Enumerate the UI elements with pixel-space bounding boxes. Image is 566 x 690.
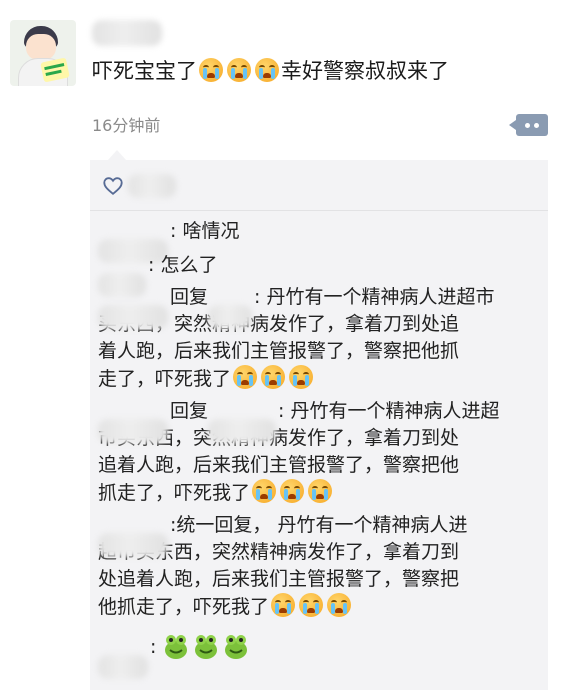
post-text-main: 吓死宝宝了 [92, 59, 197, 83]
crying-emoji-icon [308, 479, 333, 503]
crying-emoji-icon [199, 58, 223, 82]
comment-line-with-emoji: 走了，吓死我了 [98, 365, 544, 393]
comment-line: 着人跑，后来我们主管报警了，警察把他抓 [98, 340, 460, 362]
crying-emoji-icon [299, 593, 324, 617]
crying-emoji-icon [233, 365, 258, 389]
comment-separator: : [278, 400, 285, 422]
frog-emoji-icon [195, 635, 218, 659]
comment-item[interactable]: : [98, 632, 252, 679]
liker-name-redacted[interactable] [128, 174, 176, 198]
comment-line: 追着人跑，后来我们主管报警了，警察把他 [98, 454, 460, 476]
frog-emoji-icon [225, 635, 248, 659]
reply-label: 回复 [170, 286, 209, 308]
poster-name-redacted[interactable] [92, 20, 162, 46]
post-time: 16分钟前 [92, 116, 161, 135]
crying-emoji-icon [289, 365, 314, 389]
comment-line: 丹竹有一个精神病人进超市 [266, 286, 495, 308]
likes-row [90, 160, 548, 211]
comment-line: 统一回复， 丹竹有一个精神病人进 [176, 514, 468, 536]
crying-emoji-icon [271, 593, 296, 617]
crying-emoji-icon [255, 58, 279, 82]
comment-line: 丹竹有一个精神病人进超 [290, 400, 500, 422]
comment-separator: : [150, 636, 157, 658]
more-actions-button[interactable] [509, 114, 548, 136]
comment-line-with-emoji: 抓走了，吓死我了 [98, 479, 544, 507]
reply-label: 回复 [170, 400, 209, 422]
post-text: 吓死宝宝了 幸好警察叔叔来了 [92, 56, 449, 86]
crying-emoji-icon [227, 58, 251, 82]
crying-emoji-icon [261, 365, 286, 389]
comment-panel-caret [108, 150, 126, 160]
frog-emoji-row [165, 635, 248, 659]
frog-emoji-icon [165, 635, 188, 659]
comment-text: 啥情况 [176, 220, 240, 242]
post-text-tail: 幸好警察叔叔来了 [281, 59, 449, 83]
comment-item[interactable]: :统一回复， 丹竹有一个精神病人进 超市买东西，突然精神病发作了，拿着刀到 处追… [98, 512, 544, 621]
more-dots-icon [525, 123, 530, 128]
comment-item[interactable]: : 怎么了 [98, 252, 218, 297]
comment-item[interactable]: : 啥情况 [98, 218, 240, 263]
comment-separator: : [254, 286, 261, 308]
comment-panel: : 啥情况 : 怎么了 回复: 丹竹有一个精神病人进超市 买东西，突然精神病发作… [90, 160, 548, 690]
comment-line-with-emoji: 他抓走了，吓死我了 [98, 593, 544, 621]
comment-item[interactable]: 回复: 丹竹有一个精神病人进超 市买东西，突然精神病发作了，拿着刀到处 追着人跑… [98, 398, 544, 507]
heart-outline-icon [103, 177, 123, 195]
comment-line: 他抓走了，吓死我了 [98, 596, 270, 618]
comment-text: 怎么了 [154, 254, 218, 276]
crying-emoji-icon [327, 593, 352, 617]
comment-line: 走了，吓死我了 [98, 368, 232, 390]
comment-item[interactable]: 回复: 丹竹有一个精神病人进超市 买东西，突然精神病发作了，拿着刀到处追 着人跑… [98, 284, 544, 393]
comment-line: 抓走了，吓死我了 [98, 482, 251, 504]
crying-emoji-icon [252, 479, 277, 503]
avatar[interactable] [10, 20, 76, 86]
crying-emoji-icon [280, 479, 305, 503]
comment-line: 处追着人跑，后来我们主管报警了，警察把 [98, 568, 460, 590]
